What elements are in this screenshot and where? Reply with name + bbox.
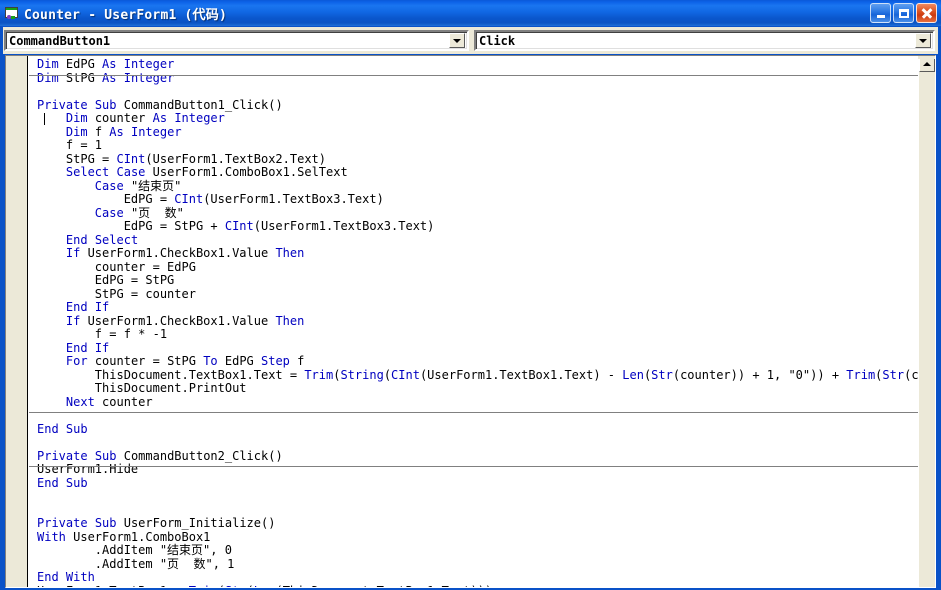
procedure-separator xyxy=(29,412,920,413)
window-controls xyxy=(870,3,937,23)
close-button[interactable] xyxy=(916,3,937,23)
code-line: StPG = counter xyxy=(37,286,196,301)
code-line: End Sub xyxy=(37,475,88,490)
code-line: For counter = StPG To EdPG Step f xyxy=(65,354,305,368)
text-caret xyxy=(44,113,45,125)
code-line: .AddItem "结束页", 0 xyxy=(37,543,232,557)
close-icon xyxy=(921,8,932,19)
minimize-icon xyxy=(876,15,885,18)
maximize-icon xyxy=(898,8,909,18)
object-dropdown-value: CommandButton1 xyxy=(9,33,111,48)
code-line: UserForm1.TextBox1 = Trim(Str(Len(ThisDo… xyxy=(37,584,935,587)
userform-icon xyxy=(4,6,20,21)
code-editor-pane[interactable]: Dim EdPG As Integer Dim StPG As Integer P… xyxy=(5,55,936,588)
code-line: EdPG = StPG + CInt(UserForm1.TextBox3.Te… xyxy=(37,219,435,233)
code-line: If UserForm1.CheckBox1.Value Then xyxy=(65,313,305,328)
code-line: Private Sub CommandButton1_Click() xyxy=(37,97,283,112)
code-line: Case "结束页" xyxy=(94,178,182,193)
code-line: EdPG = StPG xyxy=(37,273,175,287)
code-line: Dim EdPG As Integer xyxy=(37,57,175,71)
margin-indicator-bar[interactable] xyxy=(6,56,28,587)
code-line: With UserForm1.ComboBox1 xyxy=(37,529,211,544)
window-title: Counter - UserForm1 (代码) xyxy=(24,7,227,23)
vbe-code-window: Counter - UserForm1 (代码) CommandButton1 … xyxy=(0,0,941,590)
code-line: End If xyxy=(65,340,110,355)
procedure-dropdown-value: Click xyxy=(479,33,516,48)
code-line: ThisDocument.TextBox1.Text = Trim(String… xyxy=(37,367,935,382)
code-scroll-area[interactable]: Dim EdPG As Integer Dim StPG As Integer P… xyxy=(29,56,935,587)
code-line: Select Case UserForm1.ComboBox1.SelText xyxy=(65,165,348,179)
chevron-up-icon xyxy=(923,62,931,66)
code-line: End With xyxy=(37,570,95,584)
code-line: counter = EdPG xyxy=(37,259,196,274)
object-dropdown[interactable]: CommandButton1 xyxy=(4,30,469,51)
code-line: End Sub xyxy=(37,421,88,436)
code-line: End Select xyxy=(65,232,139,247)
code-line: Next counter xyxy=(65,394,153,409)
code-line: .AddItem "页 数", 1 xyxy=(37,556,235,571)
procedure-dropdown[interactable]: Click xyxy=(474,30,935,51)
code-line: f = 1 xyxy=(37,138,103,152)
vertical-scrollbar[interactable] xyxy=(918,56,935,587)
code-line: EdPG = CInt(UserForm1.TextBox3.Text) xyxy=(37,192,384,206)
code-line: End If xyxy=(65,300,110,314)
maximize-button[interactable] xyxy=(893,3,914,23)
code-line: Dim f As Integer xyxy=(65,124,182,139)
scrollbar-track[interactable] xyxy=(919,72,935,587)
chevron-down-icon[interactable] xyxy=(915,33,931,48)
object-procedure-bar: CommandButton1 Click xyxy=(3,27,938,54)
title-bar[interactable]: Counter - UserForm1 (代码) xyxy=(0,0,941,26)
code-line: Case "页 数" xyxy=(94,205,184,220)
minimize-button[interactable] xyxy=(870,3,891,23)
procedure-separator xyxy=(29,74,920,76)
code-line: Private Sub CommandButton2_Click() xyxy=(37,448,283,463)
procedure-separator xyxy=(29,466,920,467)
code-line: StPG = CInt(UserForm1.TextBox2.Text) xyxy=(37,151,327,166)
code-line: ThisDocument.PrintOut xyxy=(37,381,247,395)
code-text[interactable]: Dim EdPG As Integer Dim StPG As Integer P… xyxy=(29,56,935,587)
code-line: f = f * -1 xyxy=(37,327,168,341)
code-line: Private Sub UserForm_Initialize() xyxy=(37,516,276,530)
code-line: If UserForm1.CheckBox1.Value Then xyxy=(65,246,305,260)
code-line: Dim counter As Integer xyxy=(65,111,225,125)
scrollbar-corner xyxy=(918,56,935,59)
chevron-down-icon[interactable] xyxy=(449,33,465,48)
